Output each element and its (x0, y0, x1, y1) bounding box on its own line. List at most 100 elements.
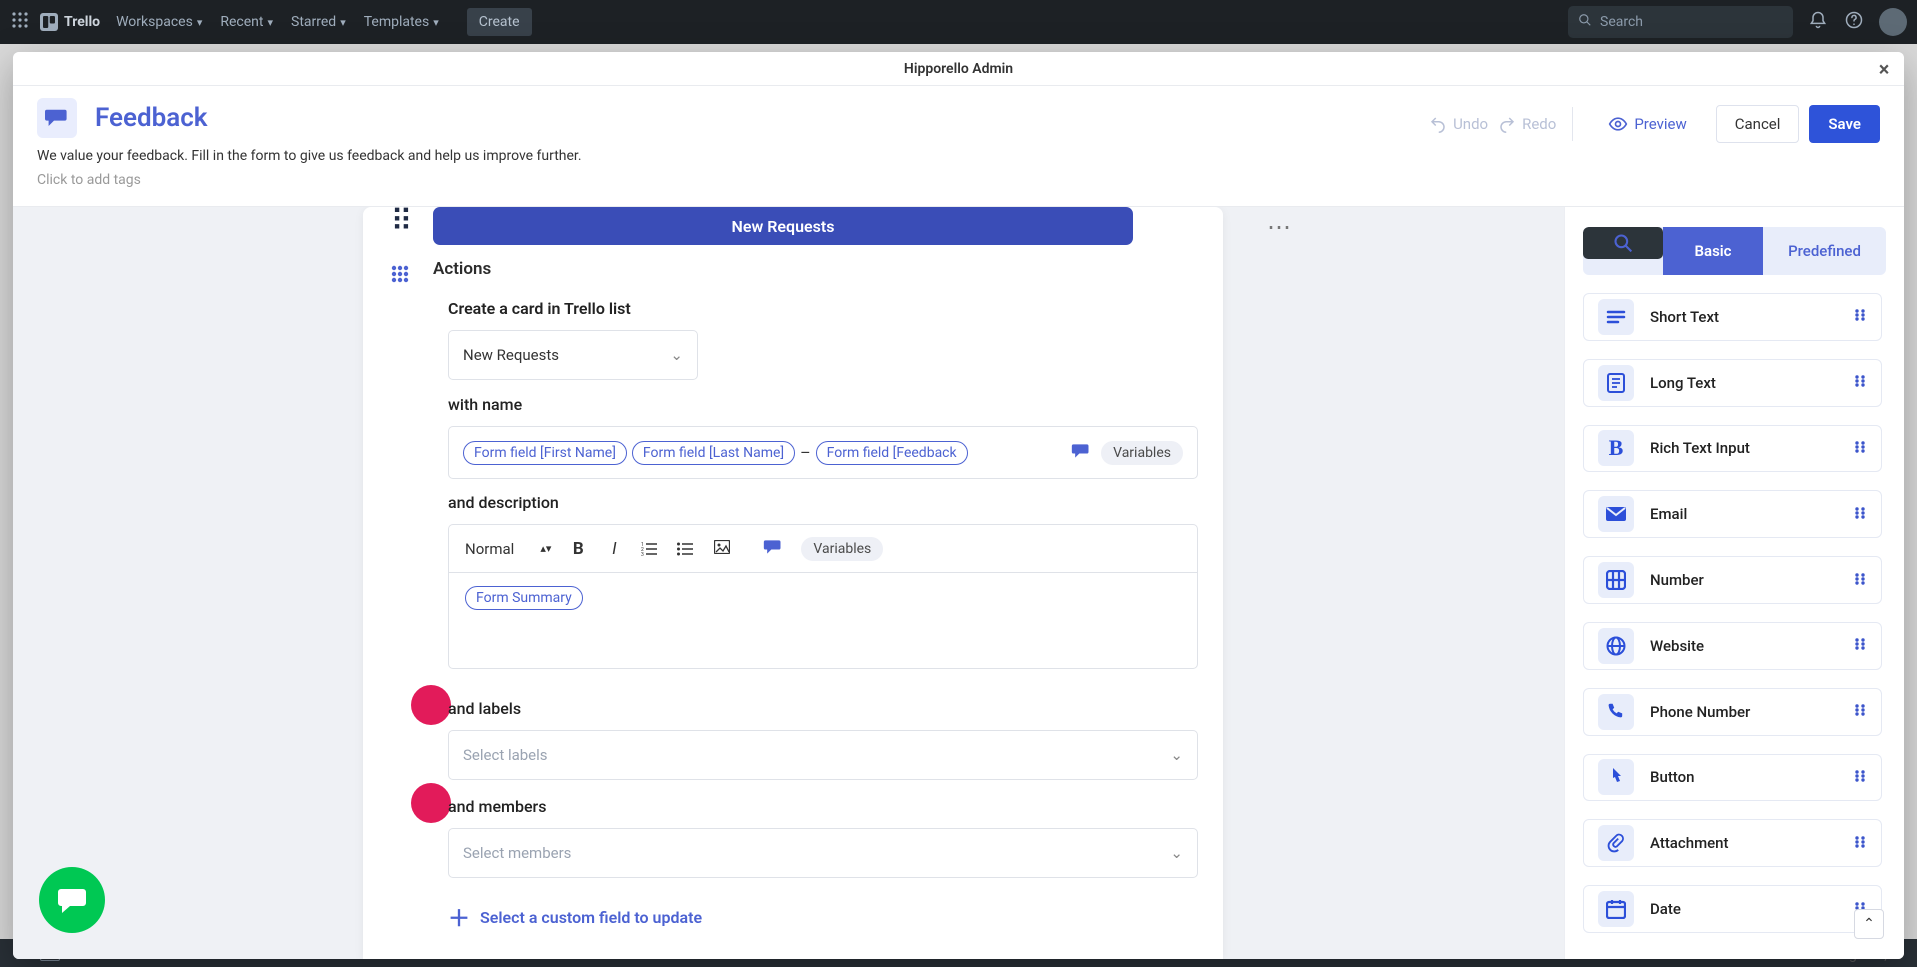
btn-icon (1598, 759, 1634, 795)
svg-text:3: 3 (641, 552, 644, 556)
chevron-down-icon: ⌄ (670, 346, 683, 364)
search-icon (1578, 13, 1592, 31)
page-subtitle[interactable]: We value your feedback. Fill in the form… (37, 148, 1429, 164)
format-label: Normal (465, 540, 514, 558)
variable-pill[interactable]: Form field [Feedback (816, 441, 968, 465)
members-placeholder: Select members (463, 844, 571, 862)
trello-logo[interactable]: Trello (40, 13, 100, 31)
insert-variable-icon[interactable] (1071, 442, 1091, 464)
undo-label: Undo (1453, 115, 1488, 133)
cancel-label: Cancel (1735, 115, 1781, 133)
field-type-item[interactable]: Number (1583, 556, 1882, 604)
add-custom-label: Select a custom field to update (480, 908, 702, 927)
drag-handle-icon[interactable] (1853, 768, 1867, 787)
chevron-down-icon: ▾ (267, 16, 273, 29)
variable-pill[interactable]: Form field [First Name] (463, 441, 627, 465)
field-type-label: Website (1650, 637, 1837, 655)
menu-workspaces-label: Workspaces (116, 14, 193, 30)
notifications-icon[interactable] (1807, 10, 1829, 35)
tab-predefined[interactable]: Predefined (1763, 227, 1886, 275)
date-icon (1598, 891, 1634, 927)
annotation-marker (411, 783, 451, 823)
field-type-item[interactable]: Short Text (1583, 293, 1882, 341)
description-editor[interactable]: Normal▴▾ B I 123 Variables (448, 524, 1198, 669)
tags-hint[interactable]: Click to add tags (37, 172, 1429, 188)
cancel-button[interactable]: Cancel (1716, 105, 1800, 143)
add-custom-field-button[interactable]: ＋ Select a custom field to update (448, 901, 702, 933)
menu-templates[interactable]: Templates▾ (364, 14, 439, 30)
image-icon[interactable] (713, 539, 731, 559)
drag-handle-icon[interactable] (1853, 834, 1867, 853)
search-input[interactable]: Search (1568, 6, 1793, 38)
chat-fab[interactable] (39, 867, 105, 933)
labels-select[interactable]: Select labels ⌄ (448, 730, 1198, 780)
bold-icon[interactable]: B (569, 539, 587, 559)
field-search-tab[interactable] (1583, 227, 1663, 259)
ordered-list-icon[interactable]: 123 (641, 542, 659, 556)
field-type-item[interactable]: Email (1583, 490, 1882, 538)
field-type-item[interactable]: Attachment (1583, 819, 1882, 867)
num-icon (1598, 562, 1634, 598)
drag-handle-icon[interactable] (1853, 702, 1867, 721)
field-type-item[interactable]: Phone Number (1583, 688, 1882, 736)
card-name-input[interactable]: Form field [First Name] Form field [Last… (448, 426, 1198, 479)
submit-button-label: New Requests (732, 217, 835, 236)
close-icon[interactable]: × (1874, 59, 1894, 79)
format-select[interactable]: Normal▴▾ (465, 540, 551, 558)
variable-pill[interactable]: Form Summary (465, 586, 583, 610)
redo-label: Redo (1522, 115, 1556, 133)
phone-icon (1598, 694, 1634, 730)
save-label: Save (1828, 115, 1861, 133)
drag-handle-icon[interactable] (1853, 636, 1867, 655)
menu-starred-label: Starred (291, 14, 336, 30)
variables-chip[interactable]: Variables (1101, 441, 1183, 465)
drag-handle-icon[interactable] (1853, 307, 1867, 326)
field-type-item[interactable]: Date (1583, 885, 1882, 933)
field-type-item[interactable]: B Rich Text Input (1583, 425, 1882, 473)
help-icon[interactable] (1843, 10, 1865, 35)
list-select[interactable]: New Requests ⌄ (448, 330, 698, 380)
drag-handle-icon[interactable] (1853, 373, 1867, 392)
and-labels-label: and labels (448, 699, 1198, 718)
redo-button[interactable]: Redo (1498, 115, 1556, 133)
list-select-value: New Requests (463, 346, 559, 364)
field-type-label: Rich Text Input (1650, 439, 1837, 457)
undo-button[interactable]: Undo (1429, 115, 1488, 133)
drag-handle-icon[interactable] (383, 257, 417, 292)
field-type-label: Short Text (1650, 308, 1837, 326)
and-description-label: and description (448, 493, 1198, 512)
menu-recent[interactable]: Recent ▾ (220, 14, 273, 30)
menu-recent-label: Recent (220, 14, 263, 30)
scroll-up-button[interactable]: ⌃ (1854, 909, 1884, 939)
drag-handle-icon[interactable]: ⠿ (383, 207, 417, 239)
menu-starred[interactable]: Starred▾ (291, 14, 346, 30)
divider (1572, 107, 1573, 141)
more-icon[interactable]: ⋯ (1267, 213, 1293, 241)
submit-button-preview[interactable]: New Requests (433, 207, 1133, 245)
bold-icon: B (1598, 430, 1634, 466)
variables-chip[interactable]: Variables (801, 537, 883, 561)
drag-handle-icon[interactable] (1853, 439, 1867, 458)
chevron-down-icon: ▾ (197, 16, 203, 29)
preview-button[interactable]: Preview (1589, 104, 1705, 144)
field-type-item[interactable]: Long Text (1583, 359, 1882, 407)
avatar[interactable] (1879, 8, 1907, 36)
save-button[interactable]: Save (1809, 105, 1880, 143)
variable-pill[interactable]: Form field [Last Name] (632, 441, 795, 465)
italic-icon[interactable]: I (605, 539, 623, 559)
menu-workspaces[interactable]: Workspaces ▾ (116, 14, 202, 30)
drag-handle-icon[interactable] (1853, 571, 1867, 590)
members-select[interactable]: Select members ⌄ (448, 828, 1198, 878)
plus-icon: ＋ (448, 901, 470, 933)
create-button[interactable]: Create (467, 8, 532, 36)
tab-basic[interactable]: Basic (1663, 227, 1763, 275)
bullet-list-icon[interactable] (677, 542, 695, 556)
menu-templates-label: Templates (364, 14, 430, 30)
page-title[interactable]: Feedback (95, 103, 208, 133)
field-type-item[interactable]: Website (1583, 622, 1882, 670)
insert-variable-icon[interactable] (763, 538, 783, 560)
field-type-item[interactable]: Button (1583, 754, 1882, 802)
apps-grip-icon[interactable] (10, 12, 30, 32)
drag-handle-icon[interactable] (1853, 505, 1867, 524)
trello-brand: Trello (64, 14, 100, 30)
